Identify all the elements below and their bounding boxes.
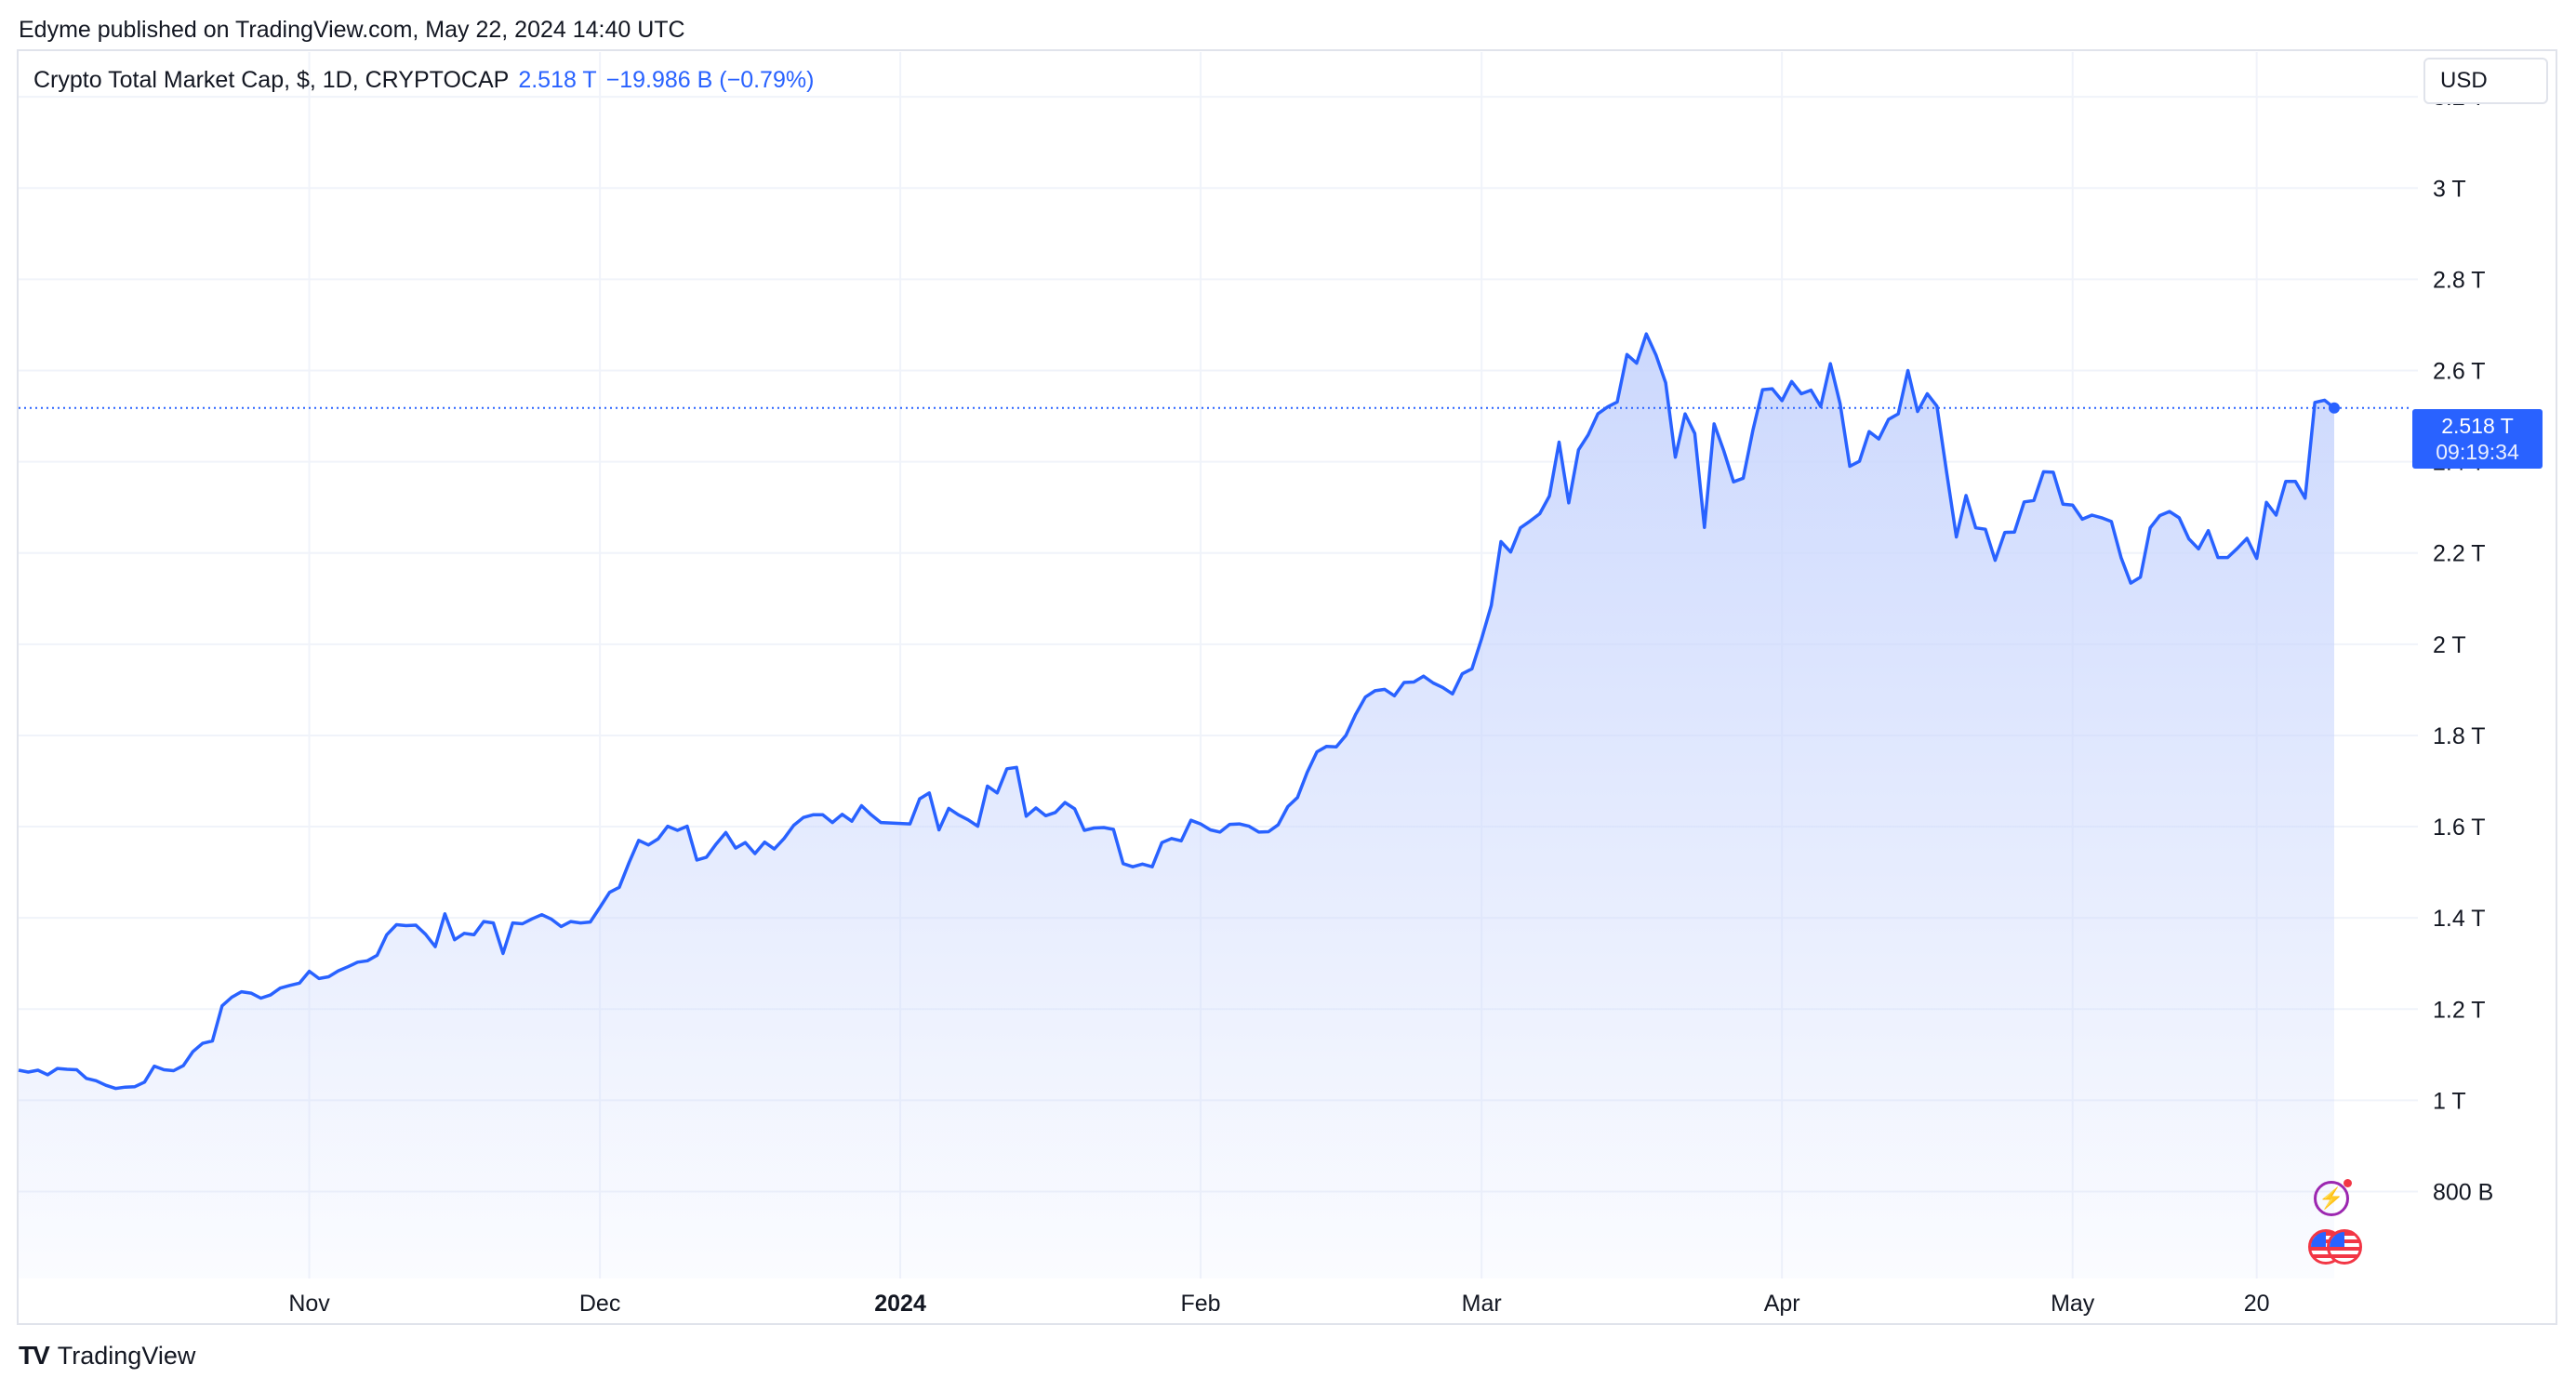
x-tick-label: Feb xyxy=(1180,1291,1220,1317)
currency-button[interactable]: USD xyxy=(2423,58,2548,104)
us-flag-icon[interactable] xyxy=(2308,1229,2364,1266)
y-tick-label: 2.2 T xyxy=(2433,541,2486,567)
y-tick-label: 1.2 T xyxy=(2433,997,2486,1023)
lightning-icon[interactable]: ⚡ xyxy=(2314,1181,2349,1216)
last-price-value: 2.518 T xyxy=(2441,414,2514,438)
y-tick-label: 3 T xyxy=(2433,176,2466,202)
series-legend: Crypto Total Market Cap, $, 1D, CRYPTOCA… xyxy=(33,67,814,94)
x-tick-label: Apr xyxy=(1764,1291,1800,1317)
legend-change: −19.986 B (−0.79%) xyxy=(605,67,815,93)
last-price-dot xyxy=(2329,402,2340,414)
tradingview-logo-icon[interactable]: TV xyxy=(19,1341,50,1371)
x-tick-label: Mar xyxy=(1462,1291,1502,1317)
area-fill xyxy=(19,334,2334,1278)
y-tick-label: 800 B xyxy=(2433,1180,2493,1206)
x-tick-label: Nov xyxy=(288,1291,330,1317)
bar-countdown: 09:19:34 xyxy=(2436,440,2519,464)
notification-dot xyxy=(2344,1179,2352,1187)
y-axis: 3.2 T3 T2.8 T2.6 T2.4 T2.2 T2 T1.8 T1.6 … xyxy=(2433,85,2493,1205)
footer-brand[interactable]: TradingView xyxy=(58,1342,196,1371)
price-chart[interactable]: 3.2 T3 T2.8 T2.6 T2.4 T2.2 T2 T1.8 T1.6 … xyxy=(0,0,2576,1391)
y-tick-label: 1.8 T xyxy=(2433,723,2486,749)
footer: TV TradingView xyxy=(19,1341,195,1371)
y-tick-label: 1 T xyxy=(2433,1088,2466,1114)
x-axis: Nov Dec 2024 Feb Mar Apr May 20 xyxy=(288,1291,2269,1317)
legend-value: 2.518 T xyxy=(518,67,597,93)
x-tick-label: 20 xyxy=(2244,1291,2270,1317)
area-path xyxy=(19,334,2334,1278)
x-tick-label: Dec xyxy=(579,1291,620,1317)
x-tick-label: 2024 xyxy=(874,1291,926,1317)
y-tick-label: 1.4 T xyxy=(2433,906,2486,932)
y-tick-label: 2 T xyxy=(2433,632,2466,658)
y-tick-label: 2.8 T xyxy=(2433,267,2486,293)
last-price-label: 2.518 T 09:19:34 xyxy=(2412,409,2543,469)
y-tick-label: 2.6 T xyxy=(2433,358,2486,384)
x-tick-label: May xyxy=(2051,1291,2095,1317)
legend-symbol: Crypto Total Market Cap, $, 1D, CRYPTOCA… xyxy=(33,67,510,93)
y-tick-label: 1.6 T xyxy=(2433,815,2486,841)
